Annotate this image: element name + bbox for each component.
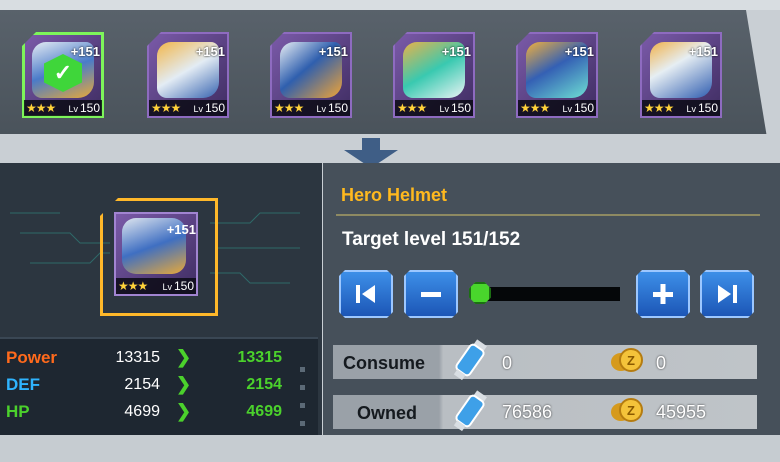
enhance-level: +151	[318, 44, 348, 59]
stat-name: Power	[6, 348, 58, 367]
divider	[336, 214, 760, 216]
item-level: Lv 150	[162, 279, 194, 293]
item-level: Lv 150	[439, 101, 471, 115]
owned-coin-qty: 45955	[656, 402, 707, 422]
stat-next: 4699	[246, 403, 282, 420]
upgrade-potion-icon	[453, 390, 487, 432]
item-title: Hero Helmet	[341, 185, 448, 205]
star-rating: ★★★	[520, 101, 550, 115]
stat-next: 2154	[246, 376, 282, 393]
scroll-indicator	[300, 421, 305, 426]
scroll-indicator	[300, 403, 305, 408]
svg-text:Z: Z	[627, 353, 635, 368]
equipment-slot-gauntlet[interactable]: +151 ★★★ Lv 150	[270, 32, 352, 118]
stat-next: 13315	[237, 349, 283, 366]
star-rating: ★★★	[26, 101, 56, 115]
scroll-indicator	[300, 367, 305, 372]
stat-current: 4699	[124, 403, 160, 420]
gold-coin-icon: Z	[611, 348, 643, 372]
level-slider-track[interactable]	[478, 287, 620, 301]
svg-text:Z: Z	[627, 403, 635, 418]
upgrade-potion-icon	[453, 339, 487, 381]
star-rating: ★★★	[397, 101, 427, 115]
item-level: Lv 150	[68, 101, 100, 115]
target-level: Target level 151/152	[342, 229, 521, 250]
item-level: Lv 150	[686, 101, 718, 115]
increase-button[interactable]	[636, 270, 690, 318]
consume-potion-qty: 0	[502, 353, 513, 373]
enhance-level: +151	[441, 44, 471, 59]
enhance-level: +151	[195, 44, 225, 59]
first-level-button[interactable]	[339, 270, 393, 318]
item-level: Lv 150	[562, 101, 594, 115]
stat-row-power: Power 13315 ❯ 13315	[0, 345, 318, 371]
consume-label: Consume	[343, 353, 426, 373]
first-level-icon	[353, 282, 379, 306]
enhance-level: +151	[70, 44, 100, 59]
enhance-level: +151	[166, 222, 196, 237]
stat-name: HP	[6, 402, 30, 421]
bottom-strip	[0, 435, 780, 462]
chevron-right-icon: ❯	[176, 401, 192, 421]
stat-current: 2154	[124, 376, 160, 393]
star-rating: ★★★	[274, 101, 304, 115]
selected-item-preview: +151 ★★★ Lv 150	[100, 198, 218, 316]
last-level-button[interactable]	[700, 270, 754, 318]
gold-coin-icon: Z	[611, 398, 643, 422]
stat-current: 13315	[115, 349, 161, 366]
item-level: Lv 150	[316, 101, 348, 115]
star-rating: ★★★	[151, 101, 181, 115]
consume-coin-qty: 0	[656, 353, 667, 373]
decrease-button[interactable]	[404, 270, 458, 318]
stat-name: DEF	[6, 375, 40, 394]
stat-row-hp: HP 4699 ❯ 4699	[0, 399, 318, 425]
equipment-slot-helmet[interactable]: ✓ +151 ★★★ Lv 150	[22, 32, 104, 118]
owned-label: Owned	[357, 403, 418, 423]
chevron-right-icon: ❯	[176, 347, 192, 367]
enhance-level: +151	[688, 44, 718, 59]
stat-row-def: DEF 2154 ❯ 2154	[0, 372, 318, 398]
stats-panel: Power 13315 ❯ 13315 DEF 2154 ❯ 2154 HP 4…	[0, 337, 318, 437]
enhance-level: +151	[564, 44, 594, 59]
owned-potion-qty: 76586	[502, 402, 553, 422]
equipment-slot-legs[interactable]: +151 ★★★ Lv 150	[516, 32, 598, 118]
minus-icon	[419, 282, 443, 306]
equipment-slot-shoulder[interactable]: +151 ★★★ Lv 150	[147, 32, 229, 118]
equipment-slot-boots[interactable]: +151 ★★★ Lv 150	[640, 32, 722, 118]
scroll-indicator	[300, 385, 305, 390]
star-rating: ★★★	[118, 279, 148, 293]
star-rating: ★★★	[644, 101, 674, 115]
chevron-right-icon: ❯	[176, 374, 192, 394]
equipment-slot-chest[interactable]: +151 ★★★ Lv 150	[393, 32, 475, 118]
item-level: Lv 150	[193, 101, 225, 115]
last-level-icon	[714, 282, 740, 306]
plus-icon	[651, 282, 675, 306]
